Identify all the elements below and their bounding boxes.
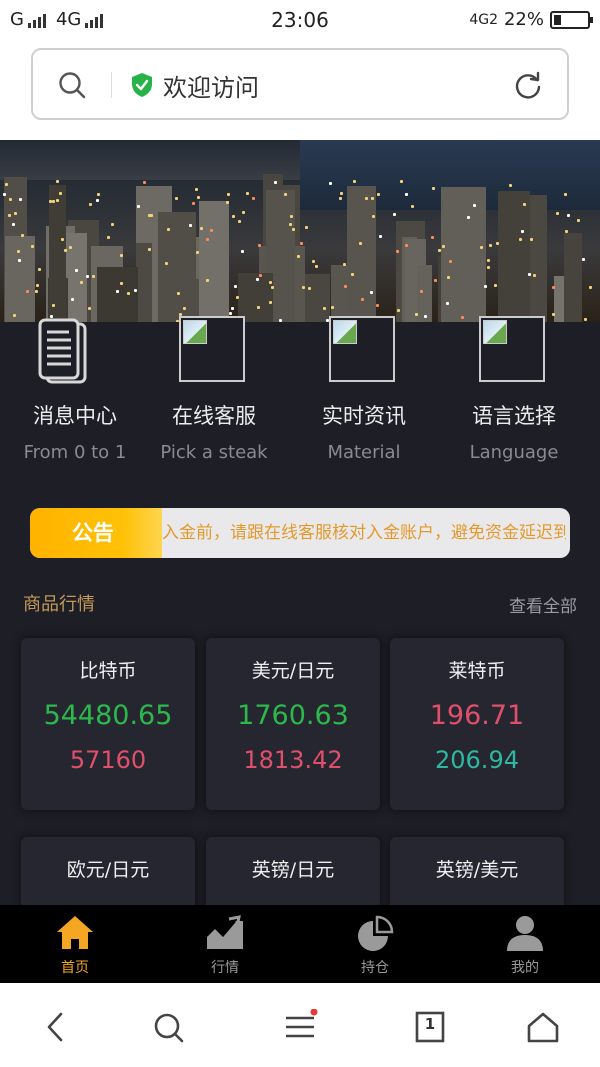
tab-count: 1 <box>424 1015 436 1033</box>
card-name: 莱特币 <box>448 660 506 682</box>
menu-label: 在线客服 <box>172 404 256 428</box>
network-type: 4G2 <box>469 11 498 28</box>
card-price: 54480.65 <box>43 700 173 731</box>
pie-icon <box>358 915 394 951</box>
card-price: 1760.63 <box>237 700 349 731</box>
card-price-secondary: 1813.42 <box>243 746 343 774</box>
market-card-ltc[interactable]: 莱特币 196.71 206.94 <box>390 638 564 810</box>
broken-image-icon <box>179 316 245 382</box>
tab-positions[interactable]: 持仓 <box>300 905 450 983</box>
search-icon[interactable] <box>150 1009 186 1045</box>
menu-sublabel: Language <box>469 442 559 463</box>
menu-icon[interactable] <box>282 1009 318 1045</box>
document-icon <box>38 318 87 384</box>
menu-sublabel: Material <box>327 442 401 463</box>
menu-label: 消息中心 <box>33 404 117 428</box>
back-icon[interactable] <box>38 1009 74 1045</box>
menu-item-news[interactable]: 实时资讯 Material <box>289 316 439 492</box>
broken-image-icon <box>479 316 545 382</box>
card-price-secondary: 57160 <box>69 746 147 774</box>
menu-item-customer-service[interactable]: 在线客服 Pick a steak <box>139 316 289 492</box>
menu-item-messages[interactable]: 消息中心 From 0 to 1 <box>0 318 150 492</box>
chart-icon <box>206 915 243 949</box>
card-name: 比特币 <box>79 660 137 682</box>
card-name: 美元/日元 <box>251 660 335 682</box>
reload-icon[interactable] <box>513 70 543 100</box>
status-bar: G 4G 23:06 4G2 22% <box>0 0 600 40</box>
tab-label: 行情 <box>211 960 239 976</box>
market-card-btc[interactable]: 比特币 54480.65 57160 <box>21 638 195 810</box>
card-name: 欧元/日元 <box>66 859 150 881</box>
tab-home[interactable]: 首页 <box>0 905 150 983</box>
market-card-gbpjpy[interactable]: 英镑/日元 <box>206 837 380 905</box>
tab-label: 首页 <box>61 960 89 976</box>
tab-label: 我的 <box>511 960 539 976</box>
battery-percent: 22% <box>503 9 544 30</box>
tab-market[interactable]: 行情 <box>150 905 300 983</box>
feature-menu: 消息中心 From 0 to 1 在线客服 Pick a steak 实时资讯 … <box>0 316 600 492</box>
market-card-usdjpy[interactable]: 美元/日元 1760.63 1813.42 <box>206 638 380 810</box>
menu-sublabel: From 0 to 1 <box>23 442 127 463</box>
tab-profile[interactable]: 我的 <box>450 905 600 983</box>
browser-toolbar: 欢迎访问 <box>0 40 600 140</box>
city-banner-image <box>0 140 600 322</box>
card-price: 196.71 <box>429 700 525 731</box>
tabs-button[interactable]: 1 <box>412 1009 448 1045</box>
market-section-title: 商品行情 <box>23 594 95 615</box>
user-icon <box>507 916 543 951</box>
web-page: 消息中心 From 0 to 1 在线客服 Pick a steak 实时资讯 … <box>0 140 600 905</box>
menu-item-language[interactable]: 语言选择 Language <box>439 316 589 492</box>
battery-icon <box>550 10 593 29</box>
menu-label: 实时资讯 <box>322 404 406 428</box>
bottom-tab-bar: 首页 行情 持仓 我的 <box>0 905 600 983</box>
broken-image-icon <box>329 316 395 382</box>
shield-check-icon <box>132 73 152 97</box>
tab-label: 持仓 <box>361 960 389 976</box>
divider <box>111 72 112 98</box>
search-icon[interactable] <box>57 70 87 100</box>
view-all-link[interactable]: 查看全部 <box>509 592 577 617</box>
market-card-eurjpy[interactable]: 欧元/日元 <box>21 837 195 905</box>
card-price-secondary: 206.94 <box>435 746 519 774</box>
home-icon[interactable] <box>525 1009 561 1045</box>
menu-label: 语言选择 <box>472 404 556 428</box>
announcement-text: 入金前，请跟在线客服核对入金账户，避免资金延迟到 <box>162 523 566 543</box>
home-icon <box>57 916 93 949</box>
announcement-tag: 公告 <box>30 508 162 558</box>
card-name: 英镑/日元 <box>251 859 335 881</box>
card-name: 英镑/美元 <box>435 859 519 881</box>
market-card-gbpusd[interactable]: 英镑/美元 <box>390 837 564 905</box>
announcement-bar[interactable]: 公告 入金前，请跟在线客服核对入金账户，避免资金延迟到 <box>30 508 570 558</box>
address-bar[interactable]: 欢迎访问 <box>31 48 569 120</box>
menu-sublabel: Pick a steak <box>160 442 268 463</box>
page-title: 欢迎访问 <box>163 74 259 102</box>
browser-nav-bar: 1 <box>0 983 600 1067</box>
